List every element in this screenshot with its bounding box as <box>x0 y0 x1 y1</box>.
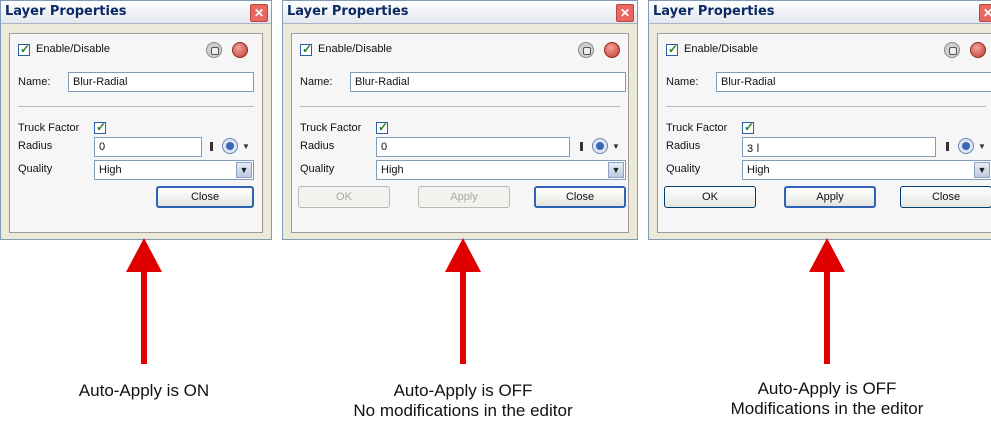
radius-label: Radius <box>666 140 701 152</box>
quality-select[interactable]: High ▼ <box>742 160 991 180</box>
caption-line: Auto-Apply is OFF <box>757 379 897 398</box>
name-input[interactable]: Blur-Radial <box>68 72 254 92</box>
chevron-down-icon[interactable]: ▼ <box>242 142 250 151</box>
truck-factor-label: Truck Factor <box>18 122 80 134</box>
name-label: Name: <box>300 76 333 88</box>
radius-input[interactable]: 3 I <box>742 137 936 157</box>
caption-line: Auto-Apply is OFF <box>393 381 533 400</box>
radius-label: Radius <box>300 140 335 152</box>
ok-button[interactable]: OK <box>298 186 390 208</box>
function-curve-icon[interactable] <box>592 138 608 154</box>
apply-button[interactable]: Apply <box>784 186 876 208</box>
quality-label: Quality <box>300 163 335 175</box>
close-window-icon[interactable]: ✕ <box>979 4 991 22</box>
caption-line: Auto-Apply is ON <box>78 381 210 400</box>
quality-select[interactable]: High ▼ <box>94 160 254 180</box>
chevron-down-icon[interactable]: ▼ <box>608 162 624 178</box>
quality-select[interactable]: High ▼ <box>376 160 626 180</box>
quality-label: Quality <box>666 163 701 175</box>
enable-label: Enable/Disable <box>318 43 392 55</box>
layer-color-icon[interactable] <box>232 42 248 58</box>
text-cursor-icon: I <box>756 141 760 155</box>
truck-factor-checkbox[interactable] <box>376 120 388 134</box>
spinner-icon[interactable] <box>946 142 949 151</box>
dialog-title: Layer Properties <box>653 4 775 19</box>
title-bar[interactable]: Layer Properties ✕ <box>1 1 271 24</box>
chevron-down-icon[interactable]: ▼ <box>974 162 990 178</box>
close-button[interactable]: Close <box>534 186 626 208</box>
caption-1: Auto-Apply is ON <box>0 381 304 401</box>
title-bar[interactable]: Layer Properties ✕ <box>649 1 991 24</box>
lock-icon[interactable] <box>206 42 222 58</box>
name-label: Name: <box>18 76 51 88</box>
radius-input[interactable]: 0 <box>376 137 570 157</box>
function-curve-icon[interactable] <box>958 138 974 154</box>
divider <box>18 106 254 107</box>
enable-checkbox[interactable] <box>666 42 678 56</box>
divider <box>666 106 986 107</box>
dialog-title: Layer Properties <box>5 4 127 19</box>
lock-icon[interactable] <box>944 42 960 58</box>
spinner-icon[interactable] <box>580 142 583 151</box>
properties-group: Enable/Disable Name: Blur-Radial Truck F… <box>291 33 629 233</box>
divider <box>300 106 620 107</box>
radius-label: Radius <box>18 140 53 152</box>
close-button[interactable]: Close <box>156 186 254 208</box>
caption-2: Auto-Apply is OFF No modifications in th… <box>303 381 623 421</box>
apply-button[interactable]: Apply <box>418 186 510 208</box>
red-arrow-3 <box>809 238 845 364</box>
enable-label: Enable/Disable <box>36 43 110 55</box>
layer-properties-dialog-2: Layer Properties ✕ Enable/Disable Name: … <box>282 0 638 240</box>
layer-properties-dialog-1: Layer Properties ✕ Enable/Disable Name: … <box>0 0 272 240</box>
caption-3: Auto-Apply is OFF Modifications in the e… <box>667 379 987 419</box>
enable-checkbox[interactable] <box>300 42 312 56</box>
properties-group: Enable/Disable Name: Blur-Radial Truck F… <box>9 33 263 233</box>
close-window-icon[interactable]: ✕ <box>616 4 634 22</box>
truck-factor-checkbox[interactable] <box>94 120 106 134</box>
truck-factor-label: Truck Factor <box>300 122 362 134</box>
layer-color-icon[interactable] <box>604 42 620 58</box>
close-window-icon[interactable]: ✕ <box>250 4 268 22</box>
layer-color-icon[interactable] <box>970 42 986 58</box>
caption-line: Modifications in the editor <box>730 399 924 418</box>
chevron-down-icon[interactable]: ▼ <box>612 142 620 151</box>
truck-factor-label: Truck Factor <box>666 122 728 134</box>
truck-factor-checkbox[interactable] <box>742 120 754 134</box>
dialog-title: Layer Properties <box>287 4 409 19</box>
radius-input[interactable]: 0 <box>94 137 202 157</box>
name-input[interactable]: Blur-Radial <box>716 72 991 92</box>
name-input[interactable]: Blur-Radial <box>350 72 626 92</box>
lock-icon[interactable] <box>578 42 594 58</box>
red-arrow-2 <box>445 238 481 364</box>
chevron-down-icon[interactable]: ▼ <box>978 142 986 151</box>
name-label: Name: <box>666 76 699 88</box>
chevron-down-icon[interactable]: ▼ <box>236 162 252 178</box>
layer-properties-dialog-3: Layer Properties ✕ Enable/Disable Name: … <box>648 0 991 240</box>
red-arrow-1 <box>126 238 162 364</box>
ok-button[interactable]: OK <box>664 186 756 208</box>
caption-line: No modifications in the editor <box>353 401 573 420</box>
title-bar[interactable]: Layer Properties ✕ <box>283 1 637 24</box>
enable-label: Enable/Disable <box>684 43 758 55</box>
close-button[interactable]: Close <box>900 186 991 208</box>
properties-group: Enable/Disable Name: Blur-Radial Truck F… <box>657 33 991 233</box>
quality-value: High <box>99 164 122 176</box>
quality-label: Quality <box>18 163 53 175</box>
quality-value: High <box>381 164 404 176</box>
radius-value: 3 <box>747 143 754 155</box>
spinner-icon[interactable] <box>210 142 213 151</box>
enable-checkbox[interactable] <box>18 42 30 56</box>
function-curve-icon[interactable] <box>222 138 238 154</box>
quality-value: High <box>747 164 770 176</box>
